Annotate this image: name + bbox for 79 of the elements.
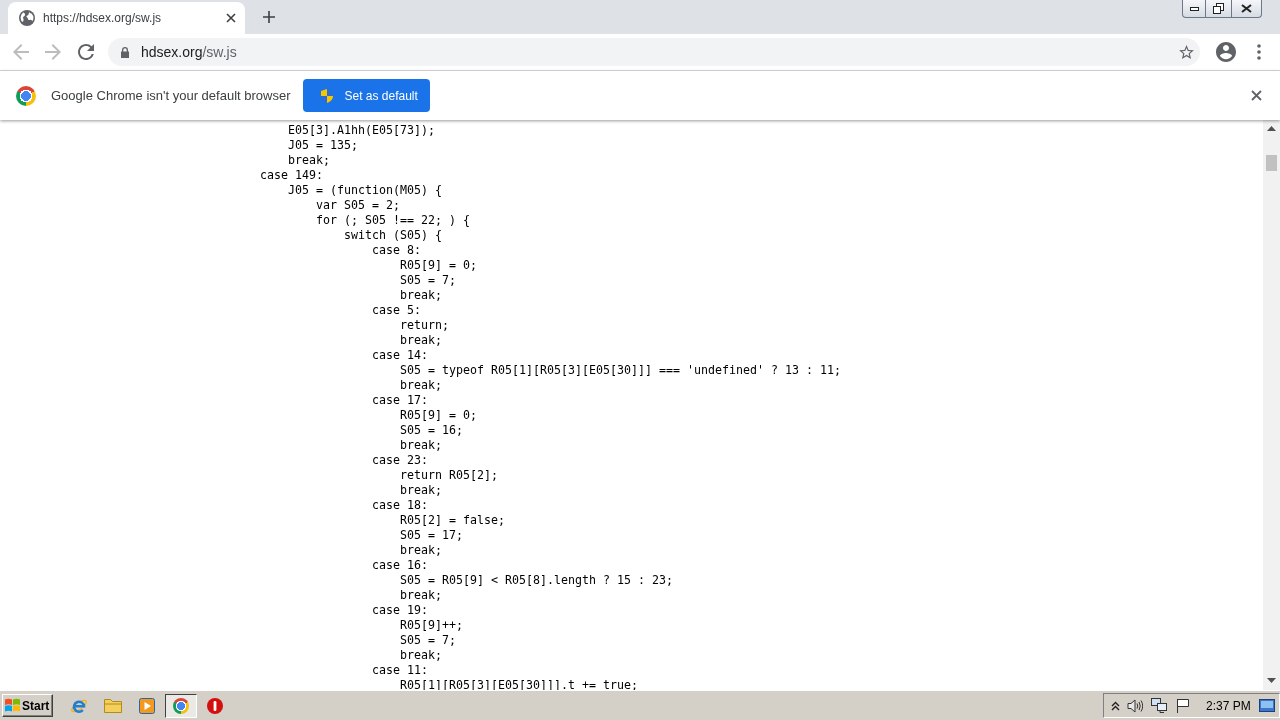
close-icon [1250, 90, 1262, 101]
code-line: return; [399, 318, 449, 332]
code-line: var S05 = 2; [316, 198, 400, 212]
code-line: case 14: [371, 348, 428, 362]
code-line: break; [399, 438, 442, 452]
scrollbar-thumb[interactable] [1266, 155, 1277, 171]
code-line: case 8: [371, 243, 421, 257]
code-line: J05 = 135; [288, 138, 358, 152]
restore-icon [1213, 3, 1224, 14]
code-line: S05 = 7; [399, 273, 456, 287]
window-close-button[interactable] [1232, 0, 1262, 18]
new-tab-button[interactable] [261, 9, 277, 25]
infobar-message: Google Chrome isn't your default browser [51, 88, 291, 103]
code-line: break; [399, 288, 442, 302]
chevron-up-icon[interactable] [1111, 700, 1120, 711]
plus-icon [263, 11, 275, 23]
code-line: case 18: [371, 498, 428, 512]
code-line: J05 = (function(M05) { [288, 183, 442, 197]
code-line: break; [399, 588, 442, 602]
code-line: case 23: [371, 453, 428, 467]
star-icon [1178, 45, 1194, 59]
address-bar[interactable]: hdsex.org/sw.js [108, 38, 1200, 66]
code-line: S05 = typeof R05[1][R05[3][E05[30]]] === 'undefined' ? 13 : 11; [399, 363, 841, 377]
back-arrow-icon [13, 44, 29, 60]
code-line: return R05[2]; [399, 468, 498, 482]
code-line: break; [399, 333, 442, 347]
code-line: case 149: [260, 168, 323, 182]
code-line: E05[3].A1hh(E05[73]); [288, 123, 435, 137]
code-line: break; [399, 648, 442, 662]
restore-button[interactable] [1206, 0, 1232, 18]
code-line: R05[9] = 0; [399, 258, 477, 272]
flag-icon[interactable] [1176, 698, 1190, 713]
code-line: for (; S05 !== 22; ) { [316, 213, 470, 227]
reload-icon [78, 44, 94, 60]
close-icon [1241, 4, 1252, 13]
close-icon [226, 13, 236, 23]
globe-icon [19, 10, 35, 26]
set-default-button[interactable]: Set as default [303, 79, 431, 112]
minimize-button[interactable] [1182, 0, 1206, 18]
code-line: S05 = R05[9] < R05[8].length ? 15 : 23; [399, 573, 673, 587]
flag-logo-icon [5, 698, 20, 713]
folder-icon [104, 698, 122, 713]
menu-icon [1257, 44, 1261, 60]
chrome-logo-icon [16, 85, 36, 106]
code-line: case 19: [371, 603, 428, 617]
code-line: case 17: [371, 393, 428, 407]
code-line: case 11: [371, 663, 428, 677]
speaker-icon[interactable] [1127, 698, 1143, 713]
play-icon [139, 697, 155, 714]
network-icon[interactable] [1151, 698, 1167, 713]
scroll-down-arrow[interactable] [1267, 678, 1276, 683]
lock-icon [121, 46, 129, 58]
code-line: break; [399, 543, 442, 557]
code-line: case 5: [371, 303, 421, 317]
code-line: switch (S05) { [344, 228, 442, 242]
alert-icon [207, 697, 223, 714]
code-line: R05[2] = false; [399, 513, 505, 527]
code-line: R05[9] = 0; [399, 408, 477, 422]
scrollbar[interactable] [1263, 120, 1280, 690]
code-line: R05[9]++; [399, 618, 463, 632]
code-line: S05 = 16; [399, 423, 463, 437]
account-icon [1216, 42, 1236, 62]
code-line: break; [288, 153, 330, 167]
taskbar-clock[interactable]: 2:37 PM [1206, 698, 1251, 713]
show-desktop-icon[interactable] [1259, 699, 1275, 712]
start-button[interactable]: Start [2, 694, 53, 717]
code-line: case 16: [371, 558, 428, 572]
taskbar-app-button[interactable] [165, 693, 197, 718]
chrome-logo-icon [173, 697, 189, 714]
code-line: break; [399, 483, 442, 497]
code-line: S05 = 17; [399, 528, 463, 542]
code-line: R05[1][R05[3][E05[30]]].t += true; [399, 678, 638, 690]
browser-tab[interactable]: https://hdsex.org/sw.js [8, 2, 245, 34]
scroll-up-arrow[interactable] [1267, 126, 1276, 131]
minimize-icon [1189, 6, 1199, 11]
shield-icon [321, 88, 334, 103]
code-line: break; [399, 378, 442, 392]
forward-arrow-icon [45, 44, 61, 60]
code-line: S05 = 7; [399, 633, 456, 647]
